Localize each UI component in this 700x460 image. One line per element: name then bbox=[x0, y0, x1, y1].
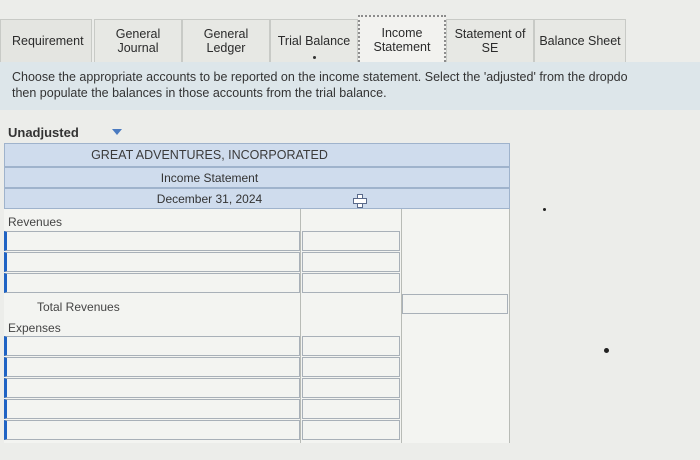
tab-requirement[interactable]: Requirement bbox=[0, 19, 92, 62]
tab-marker bbox=[313, 56, 316, 59]
tab-general-ledger[interactable]: General Ledger bbox=[182, 19, 270, 62]
expense-account-input-5[interactable] bbox=[4, 420, 300, 440]
expense-amount-input-5[interactable] bbox=[302, 420, 400, 440]
statement-grid: Revenues Total Revenues Expenses bbox=[4, 209, 510, 443]
statement-date-header: December 31, 2024 bbox=[4, 188, 510, 209]
income-statement-table: GREAT ADVENTURES, INCORPORATED Income St… bbox=[4, 143, 510, 443]
tab-label: Statement of SE bbox=[454, 27, 526, 55]
dropdown-value: Unadjusted bbox=[8, 124, 79, 140]
tab-bar: Requirement General Journal General Ledg… bbox=[0, 14, 700, 66]
tab-label: Income Statement bbox=[373, 25, 431, 54]
statement-title: Income Statement bbox=[160, 170, 259, 185]
revenue-amount-input-2[interactable] bbox=[302, 252, 400, 272]
tab-label: General Ledger bbox=[203, 27, 249, 55]
column-divider bbox=[401, 209, 402, 443]
adjusted-dropdown[interactable]: Unadjusted bbox=[4, 121, 124, 143]
total-revenues-input[interactable] bbox=[402, 294, 508, 314]
revenue-account-input-3[interactable] bbox=[4, 273, 300, 293]
statement-title-header: Income Statement bbox=[4, 167, 510, 188]
column-divider bbox=[300, 209, 301, 443]
expense-amount-input-1[interactable] bbox=[302, 336, 400, 356]
column-divider bbox=[509, 209, 510, 443]
expense-amount-input-3[interactable] bbox=[302, 378, 400, 398]
expense-amount-input-4[interactable] bbox=[302, 399, 400, 419]
expense-account-input-4[interactable] bbox=[4, 399, 300, 419]
tab-label: General Journal bbox=[115, 27, 161, 55]
instruction-line-2: then populate the balances in those acco… bbox=[12, 86, 387, 100]
expense-account-input-2[interactable] bbox=[4, 357, 300, 377]
company-name: GREAT ADVENTURES, INCORPORATED bbox=[91, 148, 328, 162]
tab-trial-balance[interactable]: Trial Balance bbox=[270, 19, 358, 62]
revenue-amount-input-1[interactable] bbox=[302, 231, 400, 251]
expenses-label: Expenses bbox=[8, 321, 61, 335]
revenues-label: Revenues bbox=[8, 215, 63, 229]
expense-account-input-3[interactable] bbox=[4, 378, 300, 398]
total-revenues-label: Total Revenues bbox=[37, 300, 120, 314]
tab-label: Requirement bbox=[12, 34, 84, 48]
caret-down-icon bbox=[112, 129, 122, 135]
revenue-account-input-1[interactable] bbox=[4, 231, 300, 251]
tab-general-journal[interactable]: General Journal bbox=[94, 19, 182, 62]
tab-label: Trial Balance bbox=[277, 34, 351, 48]
revenue-amount-input-3[interactable] bbox=[302, 273, 400, 293]
expense-amount-input-2[interactable] bbox=[302, 357, 400, 377]
statement-date: December 31, 2024 bbox=[156, 191, 263, 206]
tab-label: Balance Sheet bbox=[539, 34, 621, 48]
cursor-dot bbox=[604, 348, 609, 353]
tab-statement-of-se[interactable]: Statement of SE bbox=[446, 19, 534, 62]
instruction-banner: Choose the appropriate accounts to be re… bbox=[0, 62, 700, 110]
expense-account-input-1[interactable] bbox=[4, 336, 300, 356]
instruction-line-1: Choose the appropriate accounts to be re… bbox=[12, 70, 628, 84]
plus-icon[interactable] bbox=[353, 194, 367, 208]
tab-balance-sheet[interactable]: Balance Sheet bbox=[534, 19, 626, 62]
tab-income-statement[interactable]: Income Statement bbox=[358, 15, 446, 62]
cursor-dot bbox=[543, 208, 546, 211]
revenue-account-input-2[interactable] bbox=[4, 252, 300, 272]
company-name-header: GREAT ADVENTURES, INCORPORATED bbox=[4, 143, 510, 167]
